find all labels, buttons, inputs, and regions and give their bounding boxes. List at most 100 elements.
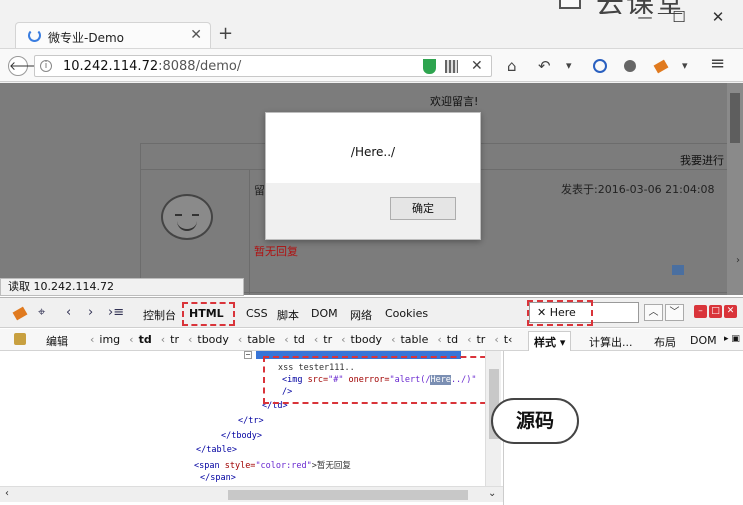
side-panel-tabs: 样式 ▾ 计算出... 布局 DOM ▸ ▣: [525, 330, 743, 352]
breadcrumb-item[interactable]: td: [447, 333, 458, 346]
share-icon[interactable]: [672, 265, 684, 275]
tab-css[interactable]: CSS: [246, 307, 268, 320]
source-line[interactable]: </table>: [196, 445, 237, 455]
breadcrumb-item[interactable]: td: [139, 333, 152, 346]
shield-icon[interactable]: [423, 59, 436, 74]
loading-spinner-icon: [28, 29, 41, 42]
tab-console[interactable]: 控制台: [143, 307, 176, 323]
tab-close-icon[interactable]: ✕: [190, 27, 202, 43]
tab-script[interactable]: 脚本: [277, 307, 299, 323]
undo-dropdown-icon[interactable]: ▾: [566, 59, 572, 72]
post-timestamp: 发表于:2016-03-06 21:04:08: [561, 183, 715, 196]
breadcrumb-separator: ‹: [237, 333, 243, 346]
breadcrumb-separator: ‹: [284, 333, 289, 346]
breadcrumb-separator: ‹: [160, 333, 166, 346]
scroll-down-icon[interactable]: ⌄: [488, 488, 496, 499]
menu-icon[interactable]: ≡: [710, 53, 725, 74]
info-icon[interactable]: i: [40, 60, 52, 72]
tab-computed[interactable]: 计算出...: [589, 334, 633, 350]
code-token: >暂无回复: [311, 461, 351, 471]
page-scrollbar[interactable]: [727, 83, 743, 295]
forward-icon[interactable]: ›: [88, 305, 93, 320]
collapse-icon[interactable]: −: [244, 351, 252, 359]
code-token: <span: [194, 461, 225, 471]
code-token: style=: [224, 461, 256, 471]
tab-net[interactable]: 网络: [350, 307, 372, 323]
tab-layout[interactable]: 布局: [654, 334, 676, 350]
browser-tab[interactable]: 微专业-Demo ✕: [15, 22, 211, 48]
clear-url-icon[interactable]: ✕: [471, 58, 483, 74]
navigation-bar: 🡐 i 10.242.114.72:8088/demo/ ✕ ⌂ ↶ ▾ ▾ ≡: [0, 48, 743, 82]
extension-icon[interactable]: [624, 60, 636, 72]
url-text[interactable]: 10.242.114.72:8088/demo/: [63, 59, 241, 74]
breadcrumb-item[interactable]: table: [400, 333, 428, 346]
breadcrumb-separator: ‹: [467, 333, 472, 346]
url-path: :8088/demo/: [158, 59, 242, 74]
source-line[interactable]: </span>: [200, 473, 236, 483]
breadcrumb-item[interactable]: table: [247, 333, 275, 346]
edit-button[interactable]: 编辑: [46, 333, 68, 349]
side-tabs-more-icon[interactable]: ▸ ▣: [724, 334, 740, 344]
devtools-close-icon[interactable]: ✕: [724, 305, 737, 318]
scroll-right-icon[interactable]: ›: [736, 255, 740, 266]
alert-footer: 确定: [266, 183, 480, 239]
scroll-left-icon[interactable]: ‹: [5, 488, 9, 499]
devtools-minimize-icon[interactable]: –: [694, 305, 707, 318]
edit-pencil-icon[interactable]: [14, 333, 26, 345]
status-bar: 读取 10.242.114.72: [0, 278, 244, 296]
source-annotation-box: [263, 356, 496, 404]
minimize-button[interactable]: —: [630, 8, 660, 26]
breadcrumb-separator: ‹: [187, 333, 193, 346]
breadcrumb-item[interactable]: tr: [170, 333, 179, 346]
tab-html[interactable]: HTML ▾: [182, 302, 235, 340]
ok-button[interactable]: 确定: [390, 197, 456, 220]
search-annotation-box: [527, 300, 593, 326]
tab-side-dom[interactable]: DOM: [690, 334, 717, 347]
new-tab-button[interactable]: +: [218, 23, 233, 44]
breadcrumb-item[interactable]: tbody: [351, 333, 383, 346]
firebug-icon[interactable]: [653, 59, 669, 74]
firebug-icon[interactable]: [12, 306, 28, 321]
source-hscrollbar[interactable]: ‹ ⌄: [0, 486, 503, 502]
avatar: [161, 194, 213, 240]
back-icon[interactable]: ‹: [66, 305, 71, 320]
breadcrumb-separator: ‹: [341, 333, 346, 346]
breadcrumb-item[interactable]: img: [99, 333, 120, 346]
devtools-detach-icon[interactable]: □: [709, 305, 722, 318]
inspect-icon[interactable]: ⌖: [38, 305, 45, 320]
breadcrumb-item[interactable]: tr: [476, 333, 485, 346]
breadcrumb-item[interactable]: tr: [323, 333, 332, 346]
home-icon[interactable]: ⌂: [507, 57, 517, 75]
source-span-line[interactable]: <span style="color:red">暂无回复: [194, 459, 351, 471]
search-next-icon[interactable]: ﹀: [665, 304, 684, 321]
tab-dom[interactable]: DOM: [311, 307, 338, 320]
globe-icon[interactable]: [593, 59, 607, 73]
tab-cookies[interactable]: Cookies: [385, 307, 428, 320]
action-label[interactable]: 我要进行: [680, 152, 724, 168]
back-arrow-icon[interactable]: 🡐: [8, 56, 41, 76]
breadcrumb-item[interactable]: td: [294, 333, 305, 346]
address-bar[interactable]: i 10.242.114.72:8088/demo/ ✕: [34, 55, 492, 77]
tab-styles[interactable]: 样式 ▾: [528, 331, 572, 352]
browser-chrome: 云课堂 — ☐ ✕ 微专业-Demo ✕ + 🡐 i 10.242.114.72…: [0, 0, 743, 84]
column-divider: [249, 170, 250, 294]
breadcrumb-separator: ‹: [494, 333, 499, 346]
tab-title: 微专业-Demo: [48, 31, 124, 45]
breadcrumb-list: ‹ img ‹ td ‹ tr ‹ tbody ‹ table ‹ td ‹ tr ‹ tbody ‹ table…: [90, 333, 521, 346]
qr-code-icon[interactable]: [445, 60, 458, 73]
breadcrumb-separator: ‹: [90, 333, 95, 346]
breadcrumb-item[interactable]: t‹: [504, 333, 513, 346]
breadcrumb-item[interactable]: tbody: [197, 333, 229, 346]
close-window-button[interactable]: ✕: [703, 8, 733, 26]
firebug-dropdown-icon[interactable]: ▾: [682, 59, 688, 72]
maximize-button[interactable]: ☐: [664, 8, 694, 26]
source-line[interactable]: </tbody>: [221, 431, 262, 441]
source-hscrollbar-thumb[interactable]: [228, 490, 468, 500]
source-line[interactable]: </tr>: [238, 416, 264, 426]
code-token: "color:red": [255, 461, 312, 471]
welcome-text: 欢迎留言!: [430, 95, 479, 108]
search-prev-icon[interactable]: ︿: [644, 304, 663, 321]
command-line-icon[interactable]: ›≡: [108, 305, 124, 320]
undo-icon[interactable]: ↶: [538, 57, 551, 75]
page-scrollbar-thumb[interactable]: [730, 93, 740, 143]
